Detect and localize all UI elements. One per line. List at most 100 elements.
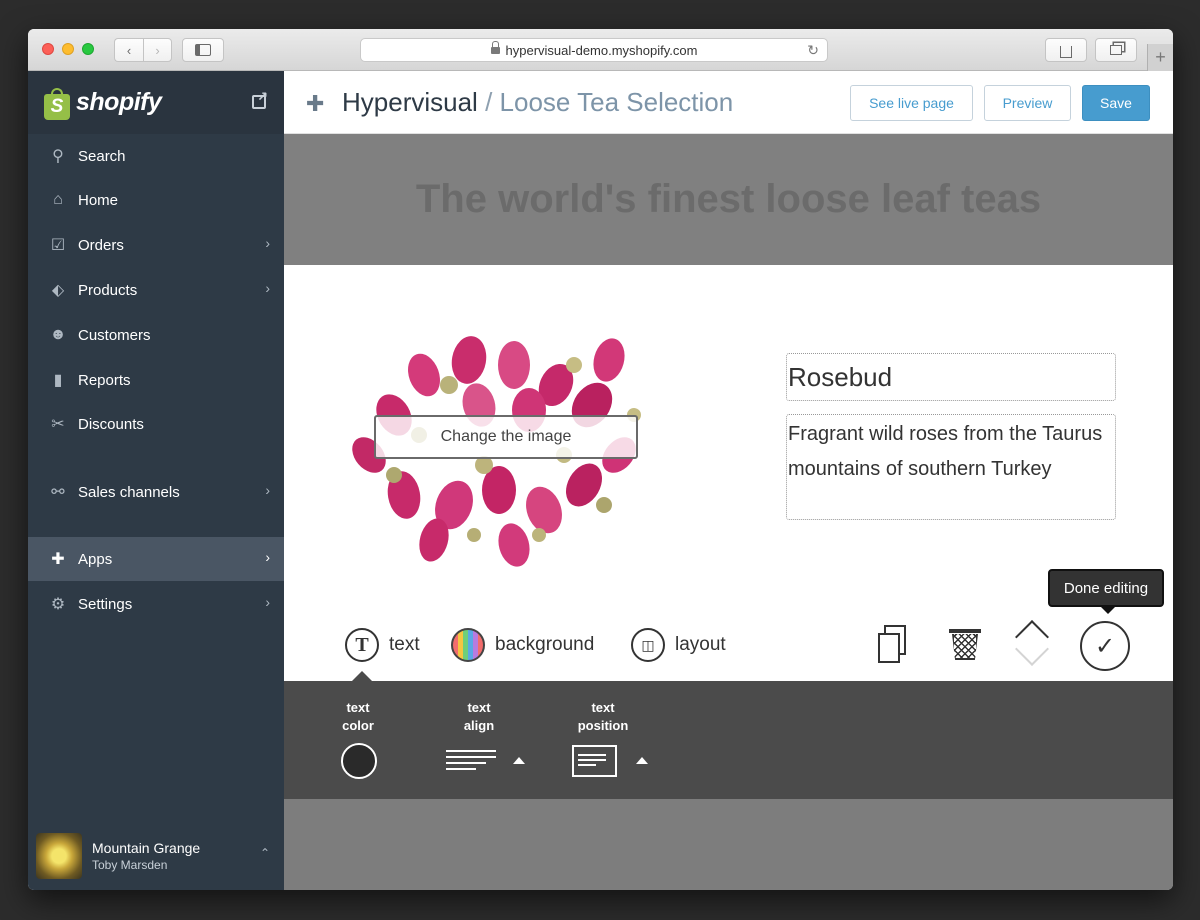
layout-tool-label: layout <box>675 634 726 655</box>
page-title: Loose Tea Selection <box>499 87 734 117</box>
url-text: hypervisual-demo.myshopify.com <box>505 42 698 58</box>
change-image-button[interactable]: Change the image <box>374 415 638 459</box>
chevron-right-icon: › <box>265 549 270 565</box>
delete-button[interactable] <box>946 625 986 665</box>
lock-icon <box>490 41 500 55</box>
bar-chart-icon: ▮ <box>53 372 63 389</box>
close-window-button[interactable] <box>42 43 54 55</box>
customers-icon: ☻ <box>49 326 67 343</box>
browser-toolbar: ‹ › hypervisual-demo.myshopify.com ↻ + <box>28 29 1173 71</box>
minimize-window-button[interactable] <box>62 43 74 55</box>
tabs-icon <box>1110 45 1122 55</box>
back-button[interactable]: ‹ <box>114 38 143 62</box>
done-editing-tooltip: Done editing <box>1048 569 1164 614</box>
sidebar-item-discounts[interactable]: ✂ Discounts <box>28 402 284 446</box>
forward-button[interactable]: › <box>143 38 172 62</box>
tabs-overview-button[interactable] <box>1095 38 1137 62</box>
page-header: ✚ Hypervisual / Loose Tea Selection See … <box>284 71 1173 134</box>
share-button[interactable] <box>1045 38 1087 62</box>
sidebar-toggle-button[interactable] <box>182 38 224 62</box>
product-title-field[interactable]: Rosebud <box>786 353 1116 401</box>
preview-button[interactable]: Preview <box>984 85 1071 121</box>
account-switcher[interactable]: Mountain Grange Toby Marsden ⌃ <box>28 822 284 890</box>
sidebar-item-label: Settings <box>78 595 133 613</box>
external-link-icon[interactable] <box>252 89 268 109</box>
chevron-right-icon: › <box>155 42 160 58</box>
breadcrumb: Hypervisual / Loose Tea Selection <box>342 87 733 118</box>
puzzle-icon: ✚ <box>306 91 325 116</box>
channels-icon: ⚯ <box>51 484 65 501</box>
sidebar-item-label: Discounts <box>78 415 144 433</box>
background-icon <box>451 628 485 662</box>
sidebar-item-reports[interactable]: ▮ Reports <box>28 358 284 402</box>
see-live-page-button[interactable]: See live page <box>850 85 973 121</box>
align-left-icon[interactable] <box>446 750 496 772</box>
chevron-left-icon: ‹ <box>126 42 132 58</box>
sidebar-item-apps[interactable]: ✚ Apps › <box>28 537 284 581</box>
reorder-control <box>1015 619 1056 671</box>
sidebar-icon <box>195 44 211 56</box>
sidebar-item-label: Reports <box>78 371 131 389</box>
address-bar[interactable]: hypervisual-demo.myshopify.com ↻ <box>360 38 828 62</box>
sidebar-item-orders[interactable]: ☑ Orders › <box>28 223 284 267</box>
next-section <box>284 799 1173 890</box>
new-tab-button[interactable]: + <box>1147 44 1173 71</box>
puzzle-icon: ✚ <box>51 551 65 568</box>
browser-window: ‹ › hypervisual-demo.myshopify.com ↻ + S… <box>28 29 1173 890</box>
background-tool-button[interactable]: background <box>451 627 594 663</box>
sidebar-item-settings[interactable]: ⚙ Settings › <box>28 582 284 626</box>
position-dropdown-caret-icon[interactable] <box>636 757 648 764</box>
active-tool-pointer <box>352 671 372 681</box>
sidebar-item-label: Orders <box>78 236 124 254</box>
sidebar-item-customers[interactable]: ☻ Customers <box>28 313 284 357</box>
sidebar: S shopify ⚲ Search ⌂ Home ☑ Orders › ⬖ P… <box>28 71 284 890</box>
sidebar-item-home[interactable]: ⌂ Home <box>28 178 284 222</box>
align-dropdown-caret-icon[interactable] <box>513 757 525 764</box>
layout-icon: ◫ <box>631 628 665 662</box>
sidebar-item-sales-channels[interactable]: ⚯ Sales channels › <box>28 470 284 514</box>
product-section: Change the image Rosebud Fragrant wild r… <box>284 265 1173 681</box>
text-tool-label: text <box>389 634 420 655</box>
product-description-field[interactable]: Fragrant wild roses from the Taurus moun… <box>786 414 1116 520</box>
plus-icon: + <box>1155 47 1166 67</box>
discount-icon: ✂ <box>51 416 65 433</box>
save-button[interactable]: Save <box>1082 85 1150 121</box>
sidebar-item-products[interactable]: ⬖ Products › <box>28 268 284 312</box>
text-position-label: text position <box>577 700 629 733</box>
duplicate-button[interactable] <box>876 625 916 665</box>
sidebar-item-label: Customers <box>78 326 151 344</box>
done-editing-button[interactable]: ✓ <box>1080 621 1130 671</box>
sidebar-item-label: Apps <box>78 550 113 568</box>
chevron-right-icon: › <box>265 280 270 296</box>
user-name: Toby Marsden <box>92 858 168 872</box>
product-image[interactable]: Change the image <box>334 305 679 570</box>
brand-header: S shopify <box>28 71 284 134</box>
history-nav: ‹ › <box>114 38 172 62</box>
shopify-logo[interactable]: S <box>44 87 70 120</box>
avatar <box>36 833 82 879</box>
text-position-icon[interactable] <box>572 745 617 777</box>
breadcrumb-app[interactable]: Hypervisual <box>342 87 478 117</box>
text-options-panel: text color text align text position <box>284 681 1173 799</box>
zoom-window-button[interactable] <box>82 43 94 55</box>
text-icon: T <box>345 628 379 662</box>
chevron-right-icon: › <box>265 482 270 498</box>
sidebar-item-label: Home <box>78 191 119 209</box>
store-name: Mountain Grange <box>92 840 201 856</box>
chevron-up-icon: ⌃ <box>259 846 270 860</box>
text-color-label: text color <box>342 700 374 733</box>
reload-icon[interactable]: ↻ <box>807 42 819 59</box>
text-color-swatch[interactable] <box>341 743 377 779</box>
share-icon <box>1060 46 1072 58</box>
layout-tool-button[interactable]: ◫ layout <box>631 627 726 663</box>
main-content: ✚ Hypervisual / Loose Tea Selection See … <box>284 71 1173 890</box>
text-align-label: text align <box>463 700 495 733</box>
home-icon: ⌂ <box>53 191 63 208</box>
breadcrumb-separator: / <box>485 87 493 117</box>
text-tool-button[interactable]: T text <box>345 627 420 663</box>
hero-section[interactable]: The world's finest loose leaf teas <box>284 134 1173 265</box>
chevron-right-icon: › <box>265 594 270 610</box>
background-tool-label: background <box>495 634 595 655</box>
sidebar-item-search[interactable]: ⚲ Search <box>28 134 284 178</box>
sidebar-item-label: Search <box>78 147 126 165</box>
